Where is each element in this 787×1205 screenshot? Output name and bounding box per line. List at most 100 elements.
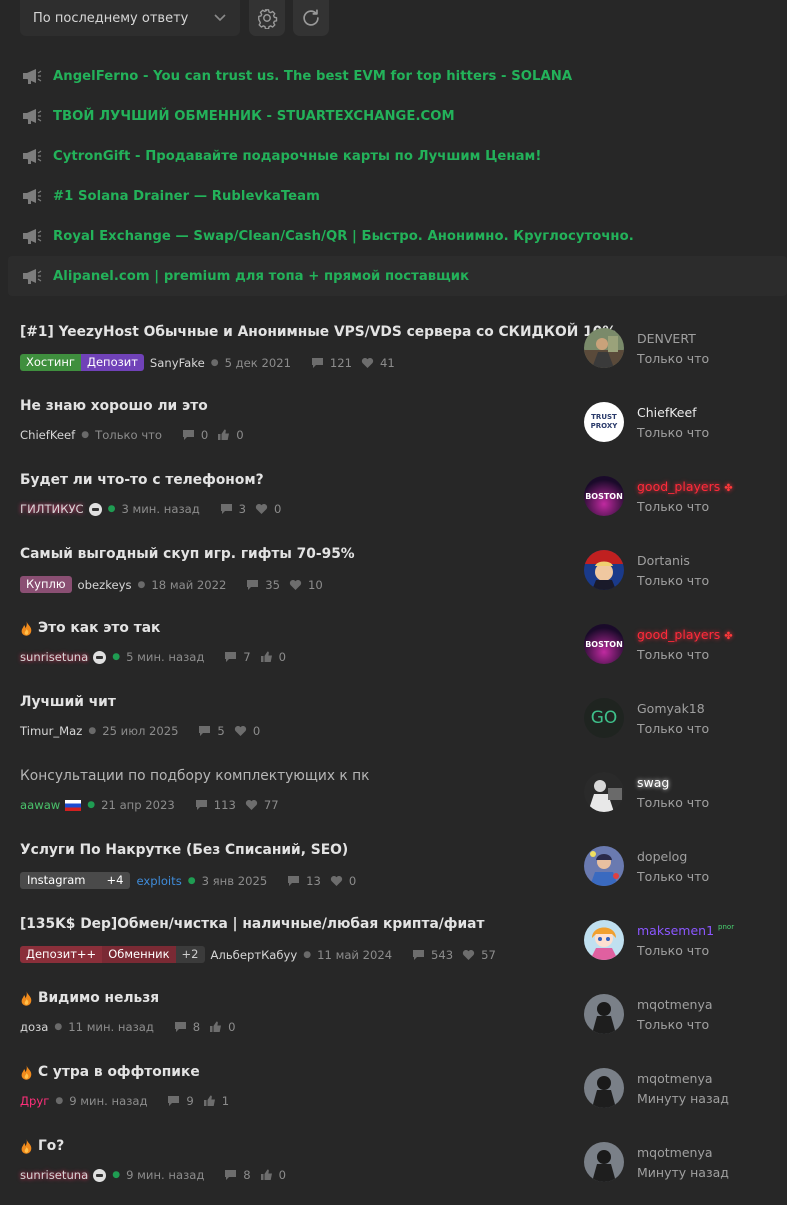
announcement-link[interactable]: Alipanel.com | premium для топа + прямой…	[53, 269, 469, 284]
thread-date[interactable]: 21 апр 2023	[101, 798, 175, 812]
prefix-tag[interactable]: Хостинг	[20, 354, 81, 371]
thread-title[interactable]: Лучший чит	[20, 694, 116, 710]
last-post-user[interactable]: DENVERT	[637, 331, 696, 346]
thread-title[interactable]: Будет ли что-то с телефоном?	[20, 472, 264, 488]
last-post-time[interactable]: Только что	[637, 721, 709, 736]
thread-author[interactable]: sunrisetuna	[20, 650, 88, 664]
thumbs-up-icon	[217, 429, 230, 441]
prefix-tag[interactable]: Депозит++	[20, 946, 103, 963]
thread-author[interactable]: АльбертКабуу	[211, 948, 298, 962]
avatar[interactable]	[584, 1068, 624, 1108]
user-flair-icon: ✤	[724, 631, 733, 642]
thread-title[interactable]: Консультации по подбору комплектующих к …	[20, 768, 370, 784]
announcement-link[interactable]: CytronGift - Продавайте подарочные карты…	[53, 149, 541, 164]
refresh-button[interactable]	[293, 0, 329, 36]
last-post-time[interactable]: Только что	[637, 647, 709, 662]
avatar[interactable]: BOSTON	[584, 624, 624, 664]
separator: ●	[112, 1170, 121, 1180]
thread-author[interactable]: aawaw	[20, 798, 60, 812]
thread-author[interactable]: ГИЛТИКУС	[20, 502, 84, 516]
thread-title[interactable]: Не знаю хорошо ли это	[20, 398, 208, 414]
thread-title[interactable]: Услуги По Накрутке (Без Списаний, SEO)	[20, 842, 348, 858]
settings-button[interactable]	[249, 0, 285, 36]
prefix-tag[interactable]: Обменник	[102, 946, 176, 963]
prefix-more[interactable]: +2	[175, 946, 205, 963]
announcement-link[interactable]: ТВОЙ ЛУЧШИЙ ОБМЕННИК - STUARTEXCHANGE.CO…	[53, 109, 455, 124]
last-post-user[interactable]: good_players ✤	[637, 479, 733, 494]
sort-select-label: По последнему ответу	[33, 10, 189, 26]
announcement-link[interactable]: Royal Exchange — Swap/Clean/Cash/QR | Бы…	[53, 229, 634, 244]
last-post-user[interactable]: dopelog	[637, 849, 687, 864]
thread-date[interactable]: 9 мин. назад	[126, 1168, 204, 1182]
avatar[interactable]: BOSTON	[584, 476, 624, 516]
avatar[interactable]	[584, 920, 624, 960]
thread-author[interactable]: ChiefKeef	[20, 428, 75, 442]
thread-title[interactable]: С утра в оффтопике	[20, 1064, 200, 1080]
prefix-tag[interactable]: Депозит	[80, 354, 144, 371]
thread-date[interactable]: 5 дек 2021	[225, 356, 291, 370]
last-post-time[interactable]: Только что	[637, 425, 709, 440]
thread-author[interactable]: Timur_Maz	[20, 724, 82, 738]
avatar[interactable]: TRUST PROXY	[584, 402, 624, 442]
fire-icon	[20, 621, 33, 636]
last-post-time[interactable]: Минуту назад	[637, 1165, 729, 1180]
last-post-time[interactable]: Только что	[637, 1017, 709, 1032]
last-post-user[interactable]: Dortanis	[637, 553, 690, 568]
prefix-more[interactable]: +4	[92, 872, 131, 889]
thread-title[interactable]: Это как это так	[20, 620, 160, 636]
thread-author[interactable]: exploits	[136, 874, 181, 888]
thread-title[interactable]: [135K$ Dep]Обмен/чистка | наличные/любая…	[20, 916, 484, 932]
thread-title[interactable]: Самый выгодный скуп игр. гифты 70-95%	[20, 546, 355, 562]
last-post-time[interactable]: Только что	[637, 351, 709, 366]
avatar[interactable]	[584, 994, 624, 1034]
thread-date[interactable]: 9 мин. назад	[69, 1094, 147, 1108]
thread-author[interactable]: obezkeys	[78, 578, 132, 592]
thread-title[interactable]: Го?	[20, 1138, 64, 1154]
last-post-time[interactable]: Только что	[637, 869, 709, 884]
thread-date[interactable]: 11 май 2024	[317, 948, 392, 962]
thread-date[interactable]: Только что	[95, 428, 162, 442]
announcement-link[interactable]: #1 Solana Drainer — RublevkaTeam	[53, 189, 320, 204]
prefix-tag[interactable]: Instagram	[20, 872, 93, 889]
thread-date[interactable]: 3 мин. назад	[121, 502, 199, 516]
thread-date[interactable]: 25 июл 2025	[102, 724, 178, 738]
thread-author[interactable]: доза	[20, 1020, 48, 1034]
last-post-user[interactable]: maksemen1 pnor	[637, 923, 734, 938]
last-post-user[interactable]: mqotmenya	[637, 1071, 713, 1086]
thread-author[interactable]: sunrisetuna	[20, 1168, 88, 1182]
last-post-user[interactable]: mqotmenya	[637, 997, 713, 1012]
thread-author[interactable]: Друг	[20, 1094, 49, 1108]
announcement-link[interactable]: AngelFerno - You can trust us. The best …	[53, 69, 572, 84]
thread-title[interactable]: [#1] YeezyHost Обычные и Анонимные VPS/V…	[20, 324, 616, 340]
last-post-time[interactable]: Только что	[637, 573, 709, 588]
thread-author[interactable]: SanyFake	[150, 356, 205, 370]
thread-date[interactable]: 18 май 2022	[151, 578, 226, 592]
last-post-time[interactable]: Только что	[637, 499, 709, 514]
last-post-user[interactable]: ChiefKeef	[637, 405, 697, 420]
thumbs-up-icon	[203, 1095, 216, 1107]
thread-date[interactable]: 11 мин. назад	[68, 1020, 154, 1034]
last-post-time[interactable]: Минуту назад	[637, 1091, 729, 1106]
thread-meta: Куплю obezkeys ● 18 май 2022 ● 35 10	[20, 576, 323, 593]
last-post-time[interactable]: Только что	[637, 943, 709, 958]
avatar[interactable]	[584, 846, 624, 886]
sort-select[interactable]: По последнему ответу	[20, 0, 240, 36]
avatar[interactable]	[584, 550, 624, 590]
avatar[interactable]: GO	[584, 698, 624, 738]
avatar[interactable]	[584, 328, 624, 368]
last-post-user[interactable]: mqotmenya	[637, 1145, 713, 1160]
avatar[interactable]	[584, 772, 624, 812]
thread-title[interactable]: Видимо нельзя	[20, 990, 159, 1006]
avatar[interactable]	[584, 1142, 624, 1182]
last-post-user[interactable]: swag	[637, 775, 669, 790]
thread-date[interactable]: 5 мин. назад	[126, 650, 204, 664]
heart-icon	[245, 799, 258, 811]
thread-title-text: Это как это так	[38, 620, 161, 636]
last-post-user[interactable]: good_players ✤	[637, 627, 733, 642]
last-post-time[interactable]: Только что	[637, 795, 709, 810]
last-post-user[interactable]: Gomyak18	[637, 701, 705, 716]
comment-icon	[224, 651, 237, 663]
prefix-tag[interactable]: Куплю	[20, 576, 72, 593]
replies-stat: 3	[220, 502, 246, 516]
thread-date[interactable]: 3 янв 2025	[202, 874, 268, 888]
